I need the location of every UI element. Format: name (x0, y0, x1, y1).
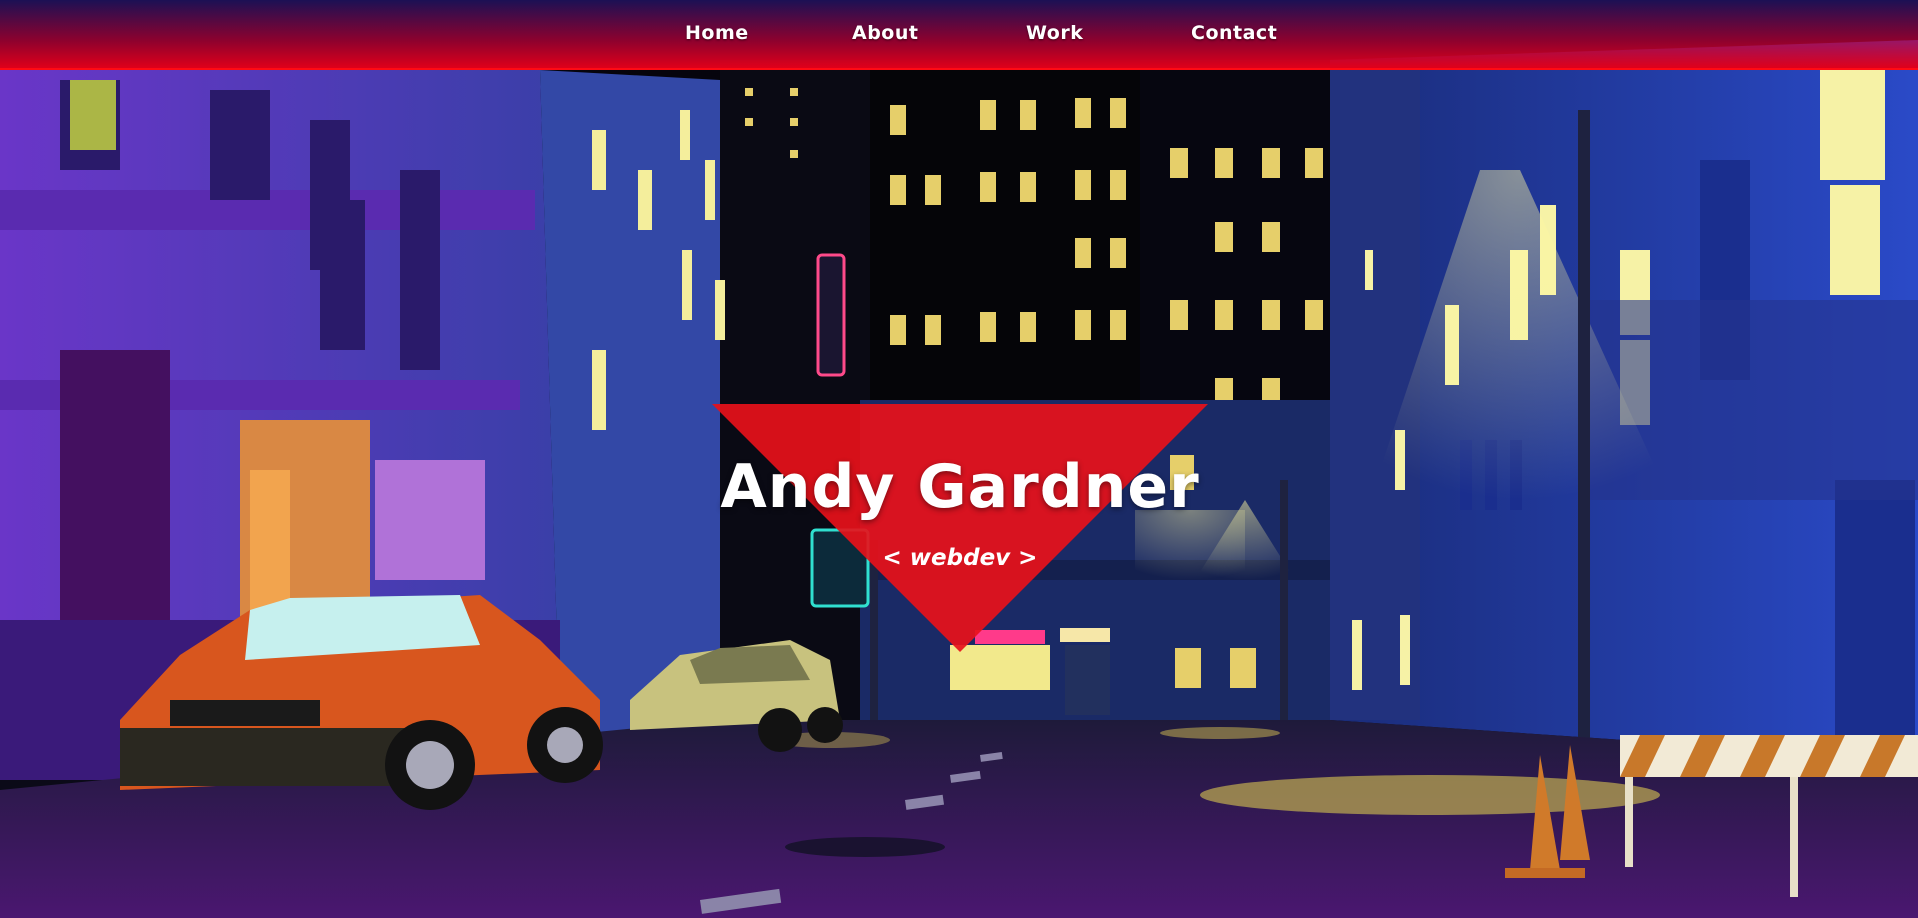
top-navigation-bar: Home About Work Contact (0, 0, 1918, 70)
nav-link-contact[interactable]: Contact (1191, 22, 1277, 44)
motel-sign (816, 253, 846, 377)
street-lamp (1578, 110, 1590, 750)
nav-link-about[interactable]: About (852, 22, 918, 44)
nav-link-work[interactable]: Work (1026, 22, 1083, 44)
hero-name-heading: Andy Gardner (720, 452, 1200, 522)
nav-link-home[interactable]: Home (685, 22, 749, 44)
hero-tagline: < webdev > (882, 545, 1038, 571)
